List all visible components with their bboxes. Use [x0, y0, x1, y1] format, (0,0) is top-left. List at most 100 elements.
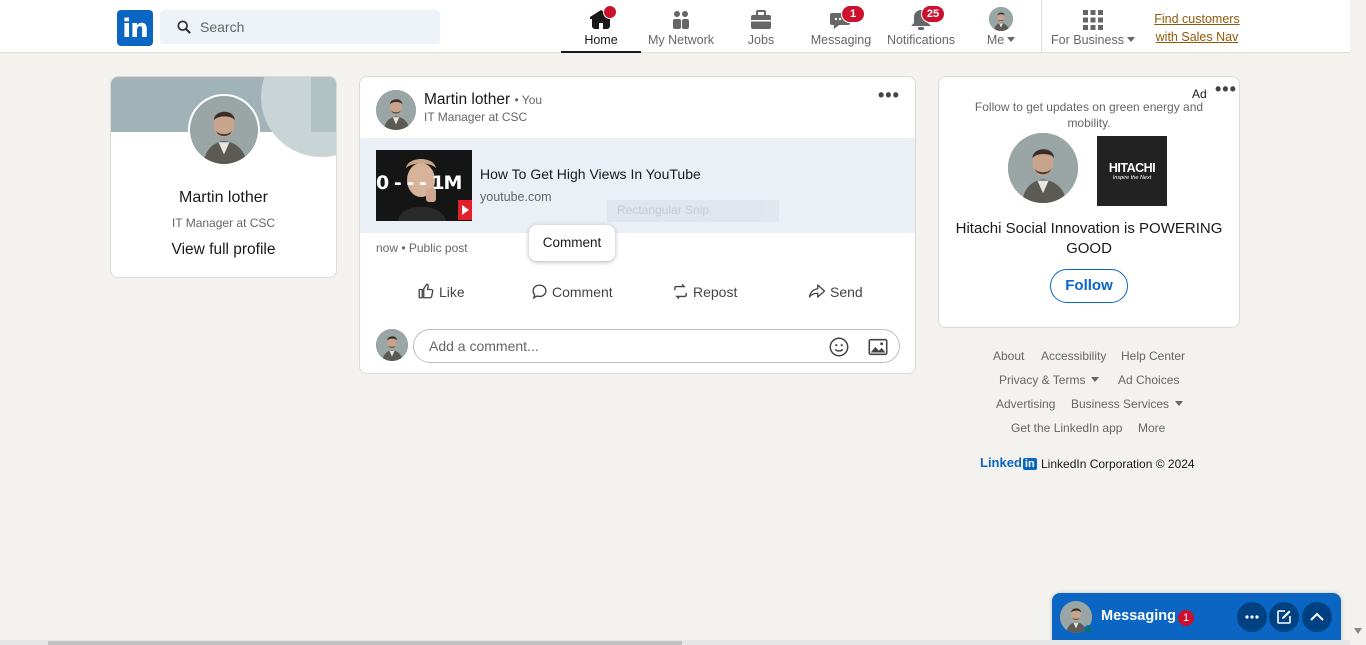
grid-icon — [1083, 10, 1103, 30]
chevron-down-icon — [1091, 377, 1100, 382]
post-more-icon[interactable]: ••• — [878, 85, 900, 106]
emoji-icon[interactable] — [828, 336, 850, 358]
footer-help-center[interactable]: Help Center — [1121, 349, 1185, 363]
footer-privacy-terms[interactable]: Privacy & Terms — [999, 373, 1100, 387]
follow-button[interactable]: Follow — [1050, 269, 1128, 303]
link-title[interactable]: How To Get High Views In YouTube — [480, 166, 701, 182]
view-profile-link[interactable]: View full profile — [111, 241, 336, 259]
sales-nav-line1: Find customers — [1154, 12, 1240, 26]
nav-messaging-label: Messaging — [810, 33, 872, 47]
footer-about[interactable]: About — [993, 349, 1024, 363]
nav-my-network[interactable]: My Network — [641, 0, 721, 53]
ad-card: Ad ••• Follow to get updates on green en… — [938, 76, 1240, 328]
compose-icon — [1277, 610, 1291, 624]
footer-linkedin-logo: Linked in — [980, 455, 1037, 470]
author-avatar[interactable] — [376, 90, 416, 130]
messaging-badge: 1 — [841, 5, 865, 23]
messaging-more-button[interactable] — [1237, 602, 1267, 632]
chevron-up-icon — [1310, 612, 1324, 621]
footer-business-services[interactable]: Business Services — [1071, 397, 1184, 411]
horizontal-scrollbar[interactable] — [0, 640, 1350, 645]
messaging-label: Messaging — [1101, 608, 1176, 624]
link-thumbnail[interactable]: 0 - - - 1M — [376, 150, 472, 221]
footer-get-app[interactable]: Get the LinkedIn app — [1011, 421, 1122, 435]
scroll-down-icon[interactable] — [1354, 628, 1362, 634]
profile-avatar[interactable] — [188, 94, 260, 166]
link-preview[interactable]: 0 - - - 1M How To Get High Views In YouT… — [360, 138, 915, 233]
more-icon — [1245, 615, 1259, 619]
sales-nav-link[interactable]: Find customers with Sales Nav — [1150, 10, 1244, 46]
ad-user-avatar — [1008, 133, 1078, 203]
thumbnail-text: 0 - - - 1M — [376, 172, 462, 194]
online-status-dot — [1084, 625, 1093, 634]
thumbs-up-icon — [418, 283, 434, 299]
author-you-tag: • You — [514, 93, 543, 107]
link-url: youtube.com — [480, 190, 552, 204]
profile-card: Martin lother IT Manager at CSC View ful… — [110, 76, 337, 278]
comment-icon — [532, 284, 547, 300]
nav-jobs[interactable]: Jobs — [721, 0, 801, 53]
send-button[interactable]: Send — [808, 277, 863, 307]
footer-business-label: Business Services — [1071, 397, 1170, 411]
notifications-badge: 25 — [921, 5, 945, 23]
post-actions: Like Comment Repost Send — [360, 277, 915, 307]
author-name-row: Martin lother • You — [424, 91, 542, 109]
vertical-scrollbar[interactable] — [1350, 0, 1366, 645]
chevron-down-icon — [1007, 37, 1016, 42]
post-card: Martin lother • You IT Manager at CSC ••… — [359, 76, 916, 374]
footer-ad-choices[interactable]: Ad Choices — [1118, 373, 1179, 387]
comment-button[interactable]: Comment — [531, 277, 613, 307]
comment-label: Comment — [552, 284, 613, 300]
profile-headline: IT Manager at CSC — [171, 216, 276, 230]
snip-overlay: Rectangular Snip — [607, 200, 779, 222]
like-label: Like — [439, 284, 465, 300]
author-name[interactable]: Martin lother — [424, 91, 510, 108]
footer-privacy-label: Privacy & Terms — [999, 373, 1086, 387]
brand-name: HITACHI — [1108, 161, 1156, 175]
expand-messaging-button[interactable] — [1302, 602, 1332, 632]
nav-me[interactable]: Me — [961, 0, 1041, 53]
nav-me-label: Me — [961, 33, 1041, 47]
search-input[interactable] — [200, 10, 430, 44]
send-icon — [808, 284, 826, 298]
nav-home[interactable]: Home — [561, 0, 641, 53]
compose-message-button[interactable] — [1269, 602, 1299, 632]
nav-for-business[interactable]: For Business — [1047, 0, 1139, 53]
horizontal-scrollbar-thumb[interactable] — [48, 641, 682, 645]
search-box[interactable] — [160, 10, 440, 44]
comment-input[interactable] — [429, 330, 809, 362]
image-icon[interactable] — [867, 336, 889, 358]
nav-notifications-label: Notifications — [886, 33, 956, 47]
messaging-overlay[interactable]: Messaging 1 — [1052, 593, 1341, 641]
me-avatar — [989, 7, 1013, 31]
comment-box[interactable] — [413, 329, 900, 363]
repost-label: Repost — [693, 284, 738, 300]
footer-advertising[interactable]: Advertising — [996, 397, 1055, 411]
ad-headline: Hitachi Social Innovation is POWERING GO… — [955, 220, 1223, 257]
ad-more-icon[interactable]: ••• — [1215, 79, 1237, 100]
hitachi-logo[interactable]: HITACHI Inspire the Next — [1097, 136, 1167, 206]
ad-text: Follow to get updates on green energy an… — [974, 100, 1204, 130]
nav-for-business-label: For Business — [1047, 33, 1139, 47]
nav-messaging[interactable]: 1 Messaging — [801, 0, 881, 53]
post-meta: now • Public post — [376, 241, 468, 255]
footer-accessibility[interactable]: Accessibility — [1041, 349, 1106, 363]
footer-more[interactable]: More — [1138, 421, 1165, 435]
network-icon — [673, 11, 689, 29]
comment-tooltip: Comment — [529, 225, 615, 261]
footer-copyright: LinkedIn Corporation © 2024 — [1041, 457, 1195, 471]
search-icon — [177, 20, 191, 34]
nav-notifications[interactable]: 25 Notifications — [881, 0, 961, 53]
like-button[interactable]: Like — [417, 277, 465, 307]
linkedin-logo[interactable]: in — [117, 10, 153, 46]
messaging-overlay-badge: 1 — [1178, 610, 1194, 626]
author-headline: IT Manager at CSC — [424, 110, 528, 124]
briefcase-icon — [751, 10, 771, 29]
chevron-down-icon — [1175, 401, 1184, 406]
nav-divider — [1041, 0, 1042, 53]
brand-tagline: Inspire the Next — [1112, 175, 1152, 181]
profile-name[interactable]: Martin lother — [111, 189, 336, 207]
top-nav: in Home My Network Jobs 1 Messaging 25 N… — [0, 0, 1350, 53]
repost-button[interactable]: Repost — [672, 277, 737, 307]
repost-icon — [674, 283, 687, 300]
